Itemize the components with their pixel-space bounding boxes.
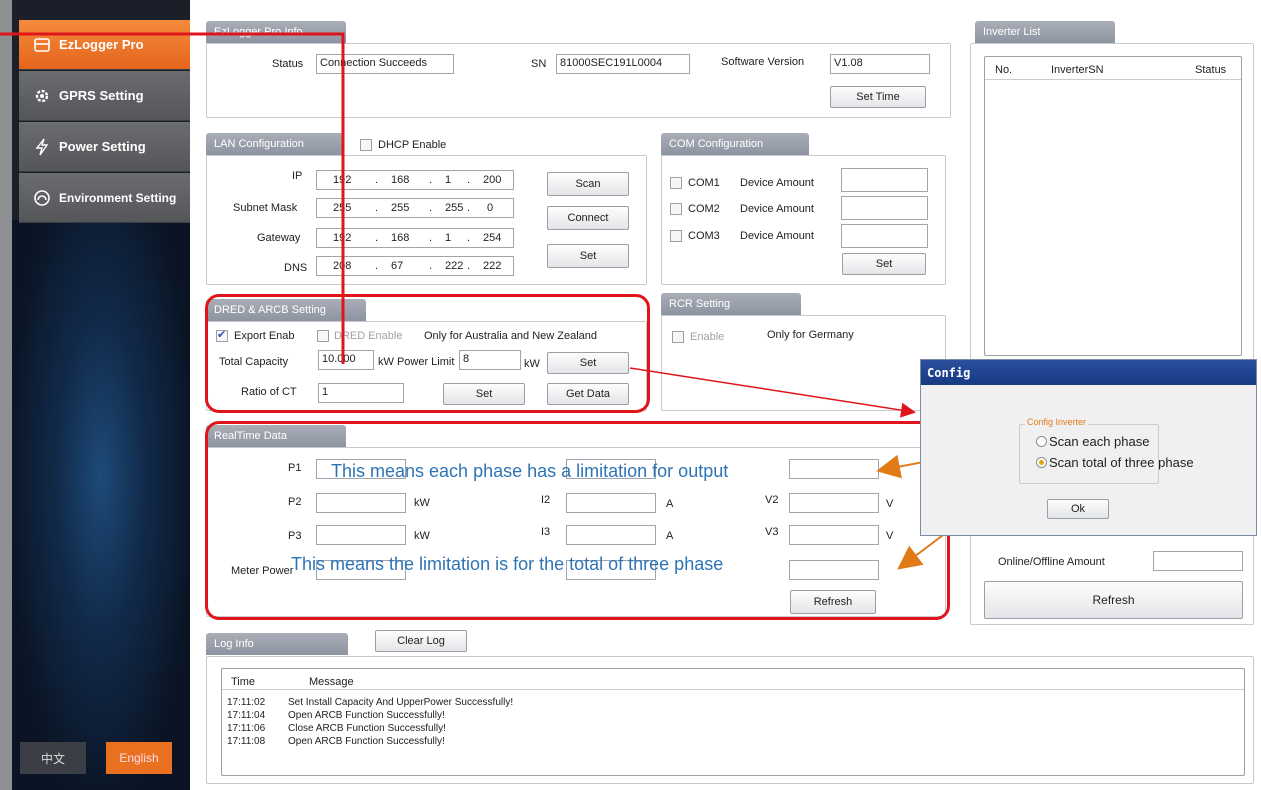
scan-each-phase-radio[interactable]: [1036, 436, 1047, 447]
config-inverter-group: [1019, 424, 1159, 484]
config-dialog-title: Config: [921, 360, 1256, 385]
annotation-each-phase: This means each phase has a limitation f…: [331, 461, 729, 481]
config-dialog: Config Config Inverter Scan each phase S…: [920, 359, 1257, 536]
scan-total-three-phase-radio[interactable]: [1036, 457, 1047, 468]
scan-each-phase-label: Scan each phase: [1049, 434, 1150, 449]
scan-total-three-phase-label: Scan total of three phase: [1049, 455, 1194, 470]
config-ok-button[interactable]: Ok: [1047, 499, 1109, 519]
annotation-total-phase: This means the limitation is for the tot…: [291, 554, 724, 574]
config-inverter-group-label: Config Inverter: [1025, 417, 1089, 427]
